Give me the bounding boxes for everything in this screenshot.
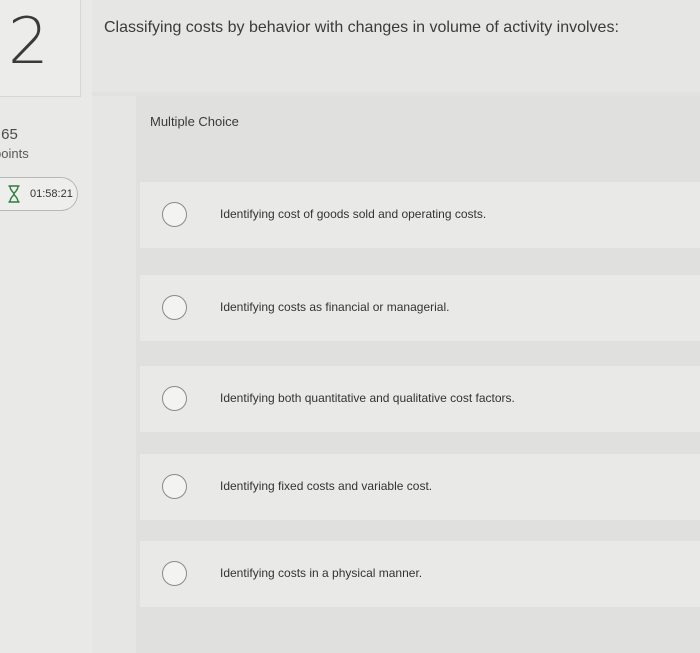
answer-option-label: Identifying costs in a physical manner. (220, 566, 423, 580)
answer-option[interactable]: Identifying cost of goods sold and opera… (140, 182, 700, 248)
question-sidebar: 2 .65 points 01:58:21 (0, 0, 92, 653)
radio-button[interactable] (162, 386, 187, 411)
radio-button[interactable] (162, 561, 187, 586)
question-number-box: 2 (0, 0, 81, 97)
question-number: 2 (8, 5, 49, 79)
answer-type-label: Multiple Choice (150, 114, 239, 129)
timer[interactable]: 01:58:21 (0, 177, 78, 211)
timer-text: 01:58:21 (30, 188, 73, 200)
answer-option[interactable]: Identifying fixed costs and variable cos… (140, 454, 700, 520)
points-label: points (0, 146, 29, 161)
answer-option[interactable]: Identifying costs as financial or manage… (140, 275, 700, 341)
answer-option[interactable]: Identifying costs in a physical manner. (140, 541, 700, 607)
answer-option[interactable]: Identifying both quantitative and qualit… (140, 366, 700, 432)
hourglass-icon (8, 185, 20, 203)
answer-option-label: Identifying costs as financial or manage… (220, 300, 450, 314)
answer-option-label: Identifying fixed costs and variable cos… (220, 479, 433, 493)
radio-button[interactable] (162, 474, 187, 499)
radio-button[interactable] (162, 202, 187, 227)
answer-option-label: Identifying both quantitative and qualit… (220, 391, 515, 405)
radio-button[interactable] (162, 295, 187, 320)
points-value: .65 (0, 126, 18, 143)
question-text: Classifying costs by behavior with chang… (104, 19, 619, 36)
answer-option-label: Identifying cost of goods sold and opera… (220, 207, 487, 221)
